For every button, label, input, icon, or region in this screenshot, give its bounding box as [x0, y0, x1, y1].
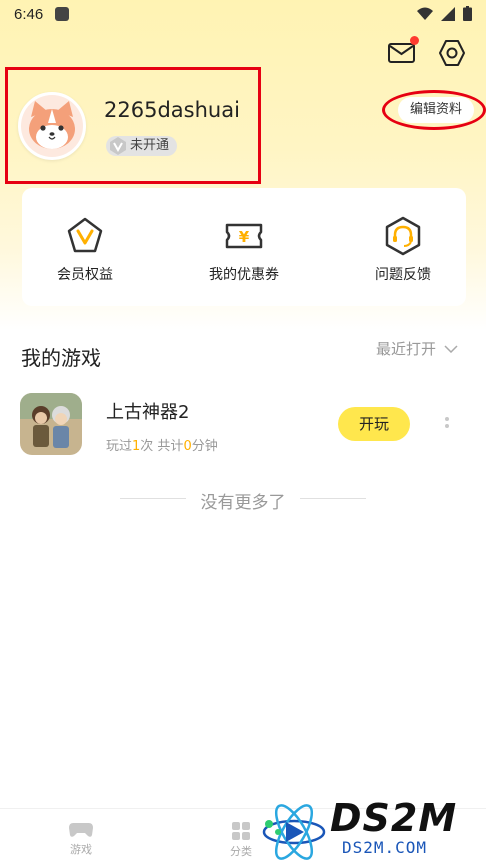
divider-right: [300, 498, 366, 499]
unread-dot: [410, 36, 419, 45]
nav-item-category[interactable]: 分类: [230, 821, 252, 859]
divider-left: [120, 498, 186, 499]
battery-icon: [463, 6, 472, 21]
svg-text:¥: ¥: [239, 228, 250, 246]
play-minutes: 0: [183, 439, 192, 454]
username: 2265dashuai: [104, 98, 240, 122]
game-name[interactable]: 上古神器2: [106, 398, 189, 424]
watermark: DS2M DS2M.COM: [258, 796, 486, 864]
app-notification-icon: [55, 7, 70, 21]
more-vertical-icon: [445, 417, 449, 428]
game-play-stats: 玩过1次 共计0分钟: [106, 435, 218, 454]
vip-v-icon: [110, 137, 126, 155]
no-more-text: 没有更多了: [200, 493, 286, 513]
settings-button[interactable]: [437, 38, 467, 68]
avatar[interactable]: [18, 92, 86, 160]
member-benefits-button[interactable]: 会员权益: [25, 216, 145, 284]
quick-actions-card: 会员权益 ¥ 我的优惠券 问题反馈: [22, 188, 466, 306]
my-coupons-label: 我的优惠券: [209, 267, 279, 283]
more-options-button[interactable]: [441, 414, 453, 434]
vip-status-label: 未开通: [130, 138, 170, 153]
grid-icon: [232, 822, 250, 840]
member-v-icon: [67, 217, 103, 253]
gamepad-icon: [69, 823, 93, 837]
stats-middle: 次 共计: [140, 439, 184, 454]
nav-item-games[interactable]: 游戏: [68, 821, 94, 857]
gear-icon: [439, 40, 465, 66]
message-button[interactable]: [387, 36, 419, 68]
wifi-icon: [417, 7, 433, 20]
feedback-label: 问题反馈: [375, 267, 431, 283]
vip-status-badge[interactable]: 未开通: [106, 136, 178, 156]
game-icon[interactable]: [20, 393, 82, 455]
nav-label-games: 游戏: [70, 843, 92, 856]
status-icons: [417, 6, 472, 21]
headset-icon: [385, 216, 421, 256]
chevron-down-icon: [444, 344, 458, 353]
member-benefits-label: 会员权益: [57, 267, 113, 283]
my-coupons-button[interactable]: ¥ 我的优惠券: [184, 216, 304, 284]
signal-icon: [441, 6, 455, 21]
watermark-sub-text: DS2M.COM: [342, 838, 428, 857]
end-of-list: 没有更多了: [120, 488, 366, 513]
play-button[interactable]: 开玩: [338, 407, 410, 441]
fox-avatar-icon: [21, 95, 83, 157]
sort-label: 最近打开: [376, 340, 437, 358]
game-artwork-icon: [20, 393, 82, 455]
stats-prefix: 玩过: [106, 439, 133, 454]
my-games-title: 我的游戏: [21, 346, 101, 370]
feedback-button[interactable]: 问题反馈: [343, 216, 463, 284]
coupon-yen-icon: ¥: [225, 223, 263, 249]
nav-label-category: 分类: [230, 845, 252, 858]
sort-dropdown[interactable]: 最近打开: [376, 338, 458, 359]
edit-profile-highlight: [382, 90, 486, 130]
status-time: 6:46: [14, 5, 44, 23]
atom-logo-icon: [262, 804, 326, 860]
watermark-main-text: DS2M: [330, 796, 458, 840]
status-bar: 6:46: [0, 0, 486, 28]
stats-suffix: 分钟: [191, 439, 218, 454]
